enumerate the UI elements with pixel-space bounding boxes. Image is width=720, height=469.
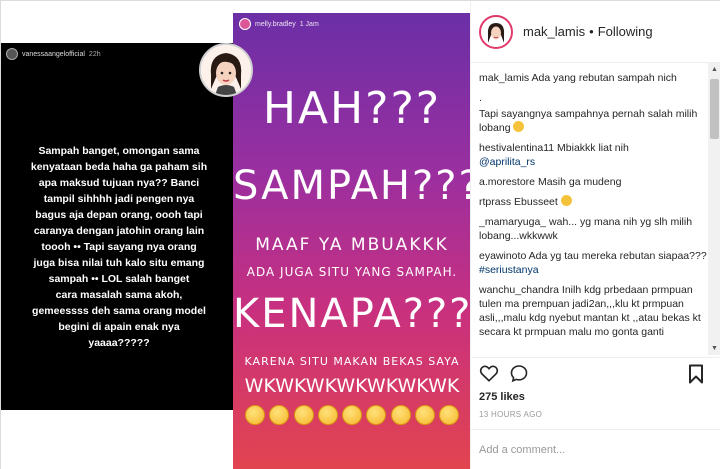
profile-avatar[interactable] [479,14,513,49]
comment-username[interactable]: wanchu_chandra [479,284,559,296]
laughing-emoji-icon [439,405,459,425]
story-line-kenapa: KENAPA??? [233,291,470,337]
add-comment-input[interactable] [479,440,709,460]
story-line-wkwk: WKWKWKWKWKWKWK [244,375,460,397]
comment-username[interactable]: rtprass [479,196,511,208]
scared-emoji-icon [560,195,572,206]
comment-username[interactable]: a.morestore [479,176,535,188]
post-header: mak_lamis • Following [471,1,720,63]
post-image[interactable]: vanessaangelofficial 22h Sampah banget, … [1,1,470,469]
likes-count[interactable]: 275 likes [479,391,525,403]
story-avatar-left [6,48,18,60]
story-screenshot-right: melly.bradley 1 Jam HAH??? SAMPAH??? MAA… [233,13,470,469]
story-header-right: melly.bradley 1 Jam [239,18,319,30]
comment-text: Ada yang rebutan sampah nich [531,72,677,84]
laughing-emoji-icon [366,405,387,425]
laughing-emoji-icon [245,405,265,425]
comment-text: Ebusseet [514,196,558,208]
story-time-left: 22h [88,50,101,58]
comment-mention-link[interactable]: @aprilita_rs [479,156,535,168]
post-actions [471,357,720,387]
comment-item: hestivalentina11 Mbiakkk liat nih @aprili… [479,141,707,169]
story-header-left: vanessaangelofficial 22h [6,48,101,60]
comment-item: eyawinoto Ada yg tau mereka rebutan siap… [479,249,707,277]
comment-username[interactable]: eyawinoto [479,250,526,262]
comment-item: a.morestore Masih ga mudeng [479,175,707,189]
comment-bubble-icon[interactable] [509,364,529,383]
add-comment-bar [471,429,720,469]
story-username-right: melly.bradley [255,20,296,28]
scrollbar-thumb[interactable] [710,79,719,139]
laughing-emoji-icon [390,405,411,425]
scroll-up-arrow-icon[interactable]: ▲ [708,63,720,76]
story-line-maaf: MAAF YA MBUAKKK [255,235,449,255]
laughing-emoji-icon [293,405,314,425]
story-line-hah: HAH??? [262,83,442,134]
story-screenshot-left: vanessaangelofficial 22h Sampah banget, … [1,43,233,410]
comment-item: . [479,91,707,105]
comment-username[interactable]: mak_lamis [479,72,529,84]
comment-text: . [479,92,482,104]
comment-hashtag-link[interactable]: #seriustanya [479,264,539,276]
profile-username[interactable]: mak_lamis [523,24,585,39]
heart-icon[interactable] [479,364,499,382]
comment-text: Mbiakkk liat nih [557,142,629,154]
cartoon-avatar-badge [199,43,253,97]
emoji-row [245,405,459,425]
laughing-emoji-icon [269,405,290,425]
comment-item: mak_lamis Ada yang rebutan sampah nich [479,71,707,85]
instagram-post: vanessaangelofficial 22h Sampah banget, … [0,0,720,469]
comments-list: mak_lamis Ada yang rebutan sampah nich .… [479,71,707,353]
story-line-ada-juga: ADA JUGA SITU YANG SAMPAH. [246,265,458,279]
scroll-down-arrow-icon[interactable]: ▼ [708,342,720,355]
laughing-emoji-icon [317,405,338,425]
story-username-left: vanessaangelofficial [22,50,85,58]
story-line-karena: KARENA SITU MAKAN BEKAS SAYA [244,355,460,368]
post-timestamp: 13 HOURS AGO [479,410,543,419]
story-time-right: 1 Jam [299,20,319,28]
comment-item: wanchu_chandra Inilh kdg prbedaan prmpua… [479,283,707,339]
laughing-emoji-icon [342,405,362,425]
story-avatar-right [239,18,251,30]
story-text-left: Sampah banget, omongan sama kenyataan be… [30,145,208,349]
grinning-emoji-icon [513,121,525,132]
comment-text: Tapi sayangnya sampahnya pernah salah mi… [479,108,698,134]
comment-item: Tapi sayangnya sampahnya pernah salah mi… [479,107,707,135]
comments-scrollbar[interactable]: ▲ ▼ [708,63,720,355]
comment-text: Masih ga mudeng [537,176,622,188]
bookmark-icon[interactable] [688,364,704,384]
comment-item: _mamaryuga_ wah... yg mana nih yg slh mi… [479,215,707,243]
post-side-panel: mak_lamis • Following mak_lamis Ada yang… [470,1,720,469]
comment-item: rtprass Ebusseet [479,195,707,209]
laughing-emoji-icon [414,405,435,425]
comment-text: Ada yg tau mereka rebutan siapaa??? [528,250,707,262]
following-button[interactable]: Following [598,24,653,39]
comment-username[interactable]: _mamaryuga_ [479,216,546,228]
comment-username[interactable]: hestivalentina11 [479,142,554,154]
header-separator: • [589,24,594,39]
story-line-sampah: SAMPAH??? [233,163,470,209]
